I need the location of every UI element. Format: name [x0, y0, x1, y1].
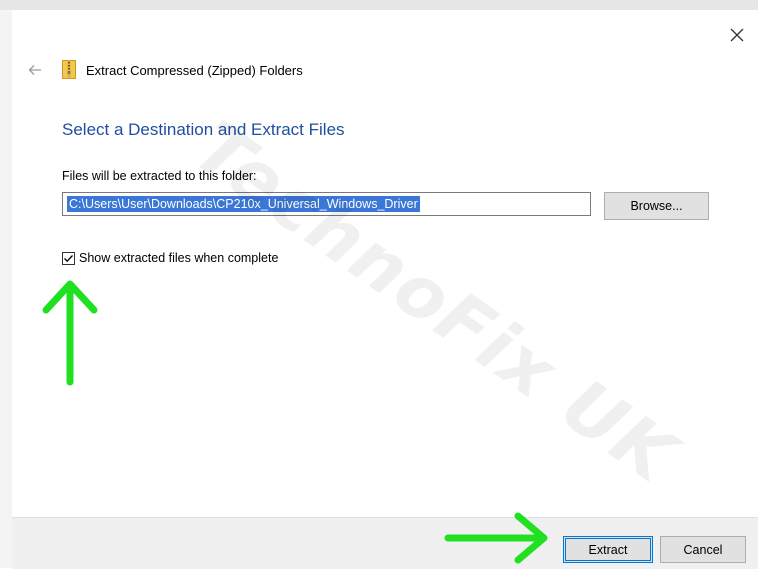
close-icon: [730, 28, 744, 42]
show-files-checkbox-row[interactable]: Show extracted files when complete: [62, 251, 278, 265]
destination-label: Files will be extracted to this folder:: [62, 169, 257, 183]
back-button[interactable]: [24, 60, 46, 80]
watermark: TechnoFix UK: [179, 105, 692, 499]
cancel-button[interactable]: Cancel: [660, 536, 746, 563]
page-heading: Select a Destination and Extract Files: [62, 120, 345, 139]
destination-path-input[interactable]: C:\Users\User\Downloads\CP210x_Universal…: [62, 192, 591, 216]
browse-button[interactable]: Browse...: [604, 192, 709, 220]
background-window-strip: [0, 0, 758, 10]
show-files-label: Show extracted files when complete: [79, 251, 279, 265]
checkmark-icon: [64, 254, 73, 262]
right-arrow-annotation: [444, 512, 548, 564]
extract-dialog: Extract Compressed (Zipped) Folders Sele…: [12, 10, 758, 569]
up-arrow-annotation: [42, 280, 98, 386]
extract-button[interactable]: Extract: [563, 536, 653, 563]
dialog-footer: Extract Cancel: [12, 512, 758, 569]
zip-folder-icon: [62, 60, 76, 79]
show-files-checkbox[interactable]: [62, 251, 75, 265]
dialog-title: Extract Compressed (Zipped) Folders: [86, 63, 303, 78]
destination-path-text: C:\Users\User\Downloads\CP210x_Universal…: [67, 196, 420, 212]
back-arrow-icon: [28, 65, 41, 75]
close-button[interactable]: [724, 22, 750, 48]
